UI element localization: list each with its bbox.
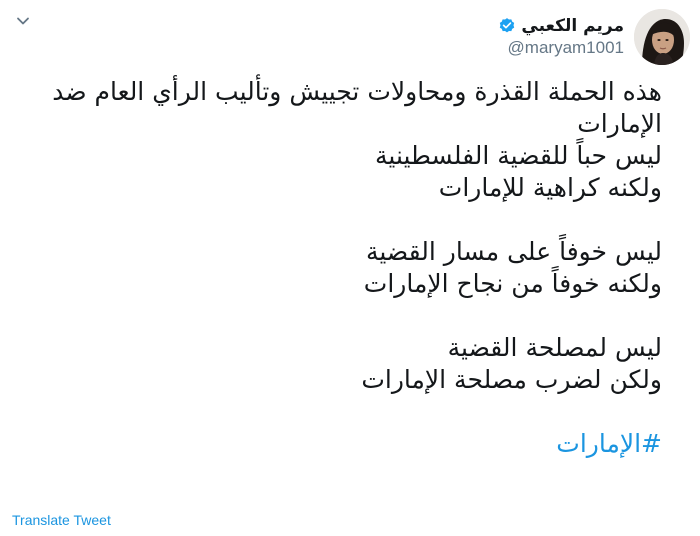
name-row: مريم الكعبي <box>498 16 624 36</box>
tweet-line: ولكنه كراهية للإمارات <box>438 173 662 202</box>
tweet-line: ليس لمصلحة القضية <box>447 333 662 362</box>
author-block[interactable]: مريم الكعبي @maryam1001 <box>498 6 690 68</box>
tweet-line: ليس خوفاً على مسار القضية <box>365 237 662 266</box>
chevron-down-icon[interactable] <box>16 14 30 28</box>
hashtag-link[interactable]: #الإمارات <box>22 428 662 460</box>
tweet-line: ولكنه خوفاً من نجاح الإمارات <box>363 269 662 298</box>
tweet-card: مريم الكعبي @maryam1001 هذه الحملة القذر <box>0 0 700 536</box>
tweet-line: هذه الحملة القذرة ومحاولات تجييش وتأليب … <box>52 77 662 106</box>
tweet-text: هذه الحملة القذرة ومحاولات تجييش وتأليب … <box>22 76 662 460</box>
avatar[interactable] <box>634 9 690 65</box>
author-handle[interactable]: @maryam1001 <box>508 38 624 58</box>
tweet-line: الإمارات <box>577 109 662 138</box>
tweet-line: ليس حباً للقضية الفلسطينية <box>375 141 662 170</box>
tweet-line: ولكن لضرب مصلحة الإمارات <box>361 365 662 394</box>
author-display-name[interactable]: مريم الكعبي <box>521 16 624 36</box>
avatar-image <box>634 9 690 65</box>
verified-badge-icon <box>500 18 515 33</box>
tweet-header: مريم الكعبي @maryam1001 <box>10 6 690 68</box>
author-text: مريم الكعبي @maryam1001 <box>498 16 624 58</box>
translate-tweet-link[interactable]: Translate Tweet <box>12 512 111 528</box>
